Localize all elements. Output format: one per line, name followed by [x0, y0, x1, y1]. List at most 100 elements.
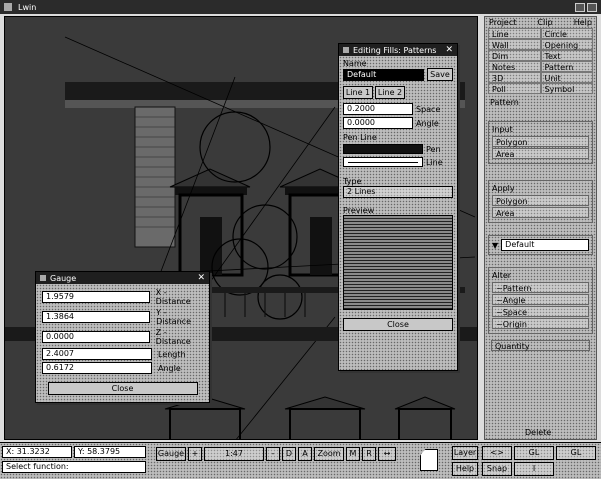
tool-text[interactable]: Text: [540, 50, 593, 61]
layer-button[interactable]: Layer: [452, 446, 478, 460]
pattern-select[interactable]: Default: [501, 239, 589, 251]
tool-dim[interactable]: Dim: [488, 50, 541, 61]
angle-label: Angle: [158, 363, 181, 373]
alter-space[interactable]: ~Space: [492, 306, 589, 317]
alter-header: Alter: [492, 271, 512, 280]
zoom-in-button[interactable]: +: [188, 447, 202, 461]
tool-3d[interactable]: 3D: [488, 72, 541, 83]
pattern-preview: [343, 215, 453, 310]
pattern-select-section: ▼ Default: [488, 235, 593, 255]
a-button[interactable]: A: [298, 447, 312, 461]
tool-grid: Line Circle Wall Opening Dim Text Notes …: [488, 28, 593, 94]
space-label: Space: [416, 104, 441, 114]
gauge-rows: 1.9579 X - Distance 1.3864 Y - Distance …: [36, 284, 209, 399]
d-button[interactable]: D: [282, 447, 296, 461]
r-button[interactable]: R: [362, 447, 376, 461]
menu-help[interactable]: Help: [574, 18, 592, 27]
alter-origin[interactable]: ~Origin: [492, 318, 589, 329]
zoom-button[interactable]: Zoom: [314, 447, 344, 461]
y-distance-field[interactable]: 1.3864: [42, 311, 151, 323]
gauge-row: 2.4007 Length: [42, 348, 203, 360]
alter-angle[interactable]: ~Angle: [492, 294, 589, 305]
tab-line-1[interactable]: Line 1: [343, 86, 373, 99]
tab-line-2[interactable]: Line 2: [375, 86, 405, 99]
tool-notes[interactable]: Notes: [488, 61, 541, 72]
gauge-dialog-title: Gauge: [50, 273, 77, 283]
command-prompt[interactable]: Select function:: [2, 461, 146, 473]
tool-line[interactable]: Line: [488, 28, 541, 39]
pattern-dialog-titlebar[interactable]: Editing Fills: Patterns ✕: [339, 44, 457, 56]
gauge-close-button[interactable]: Close: [47, 382, 198, 395]
x-distance-label: X - Distance: [155, 288, 191, 306]
gl-button-2[interactable]: GL: [556, 446, 596, 460]
angle-input[interactable]: 0.0000: [343, 117, 413, 129]
drawing-canvas[interactable]: Editing Fills: Patterns ✕ Name Default S…: [4, 16, 478, 440]
gauge-dialog: Gauge ✕ 1.9579 X - Distance 1.3864 Y - D…: [35, 271, 210, 403]
close-icon[interactable]: ✕: [197, 273, 205, 283]
save-button[interactable]: Save: [427, 68, 453, 81]
pattern-dialog-title: Editing Fills: Patterns: [353, 45, 437, 55]
minimize-icon[interactable]: [575, 2, 585, 12]
space-input[interactable]: 0.2000: [343, 103, 413, 115]
page-icon[interactable]: [420, 449, 438, 471]
menu-clip[interactable]: Clip: [538, 18, 553, 27]
gauge-row: 1.3864 Y - Distance: [42, 308, 203, 326]
length-field[interactable]: 2.4007: [42, 348, 152, 360]
maximize-icon[interactable]: [587, 2, 597, 12]
help-button[interactable]: Help: [452, 462, 478, 476]
zoom-out-button[interactable]: -: [266, 447, 280, 461]
tool-pattern[interactable]: Pattern: [540, 61, 593, 72]
window-titlebar[interactable]: Lwin: [0, 0, 601, 14]
pattern-close-button[interactable]: Close: [343, 318, 453, 331]
chevron-down-icon[interactable]: ▼: [492, 241, 498, 250]
snap-button[interactable]: Snap: [482, 462, 512, 476]
close-icon[interactable]: ✕: [445, 45, 453, 55]
y-coordinate-readout: Y: 58.3795: [74, 446, 146, 458]
delete-button[interactable]: Delete: [525, 428, 551, 437]
pan-button[interactable]: ↔: [378, 447, 396, 461]
tool-unit[interactable]: Unit: [540, 72, 593, 83]
apply-polygon[interactable]: Polygon: [492, 195, 589, 206]
input-polygon[interactable]: Polygon: [492, 136, 589, 147]
system-menu-icon[interactable]: [4, 3, 12, 11]
pattern-name-select[interactable]: Default: [343, 68, 424, 81]
tool-opening[interactable]: Opening: [540, 39, 593, 50]
quantity-button[interactable]: Quantity: [491, 340, 590, 351]
window-title: Lwin: [18, 2, 37, 12]
z-distance-field[interactable]: 0.0000: [42, 331, 150, 343]
apply-area[interactable]: Area: [492, 207, 589, 218]
tool-poll[interactable]: Poll: [488, 83, 541, 94]
alter-pattern[interactable]: ~Pattern: [492, 282, 589, 293]
tool-wall[interactable]: Wall: [488, 39, 541, 50]
pen-swatch[interactable]: [343, 144, 423, 154]
input-area[interactable]: Area: [492, 148, 589, 159]
gauge-button[interactable]: Gauge: [156, 447, 186, 461]
window-controls: [575, 2, 597, 12]
gauge-dialog-titlebar[interactable]: Gauge ✕: [36, 272, 209, 284]
angle-lock-button[interactable]: <>: [482, 446, 512, 460]
x-coordinate-readout: X: 31.3232: [2, 446, 72, 458]
line-label: Line: [426, 157, 443, 167]
type-label: Type: [343, 177, 362, 186]
gl-button-1[interactable]: GL: [514, 446, 554, 460]
tool-symbol[interactable]: Symbol: [540, 83, 593, 94]
pen-line-label: Pen Line: [343, 133, 377, 142]
menu-project[interactable]: Project: [489, 18, 516, 27]
z-distance-label: Z - Distance: [155, 328, 191, 346]
status-bar: X: 31.3232 Y: 58.3795 Select function: G…: [0, 442, 601, 479]
panel-menu: Project Clip Help: [485, 17, 596, 28]
y-distance-label: Y - Distance: [156, 308, 192, 326]
dialog-menu-icon[interactable]: [343, 47, 349, 53]
line-style-swatch[interactable]: [343, 157, 423, 167]
tool-circle[interactable]: Circle: [540, 28, 593, 39]
type-select[interactable]: 2 Lines: [343, 186, 453, 198]
dialog-menu-icon[interactable]: [40, 275, 46, 281]
angle-field[interactable]: 0.6172: [42, 362, 152, 374]
m-button[interactable]: M: [346, 447, 360, 461]
i-button[interactable]: I: [514, 462, 554, 476]
pen-label: Pen: [426, 144, 441, 154]
zoom-scale[interactable]: 1:47: [204, 447, 264, 461]
x-distance-field[interactable]: 1.9579: [42, 291, 150, 303]
gauge-row: 1.9579 X - Distance: [42, 288, 203, 306]
apply-header: Apply: [492, 184, 515, 193]
